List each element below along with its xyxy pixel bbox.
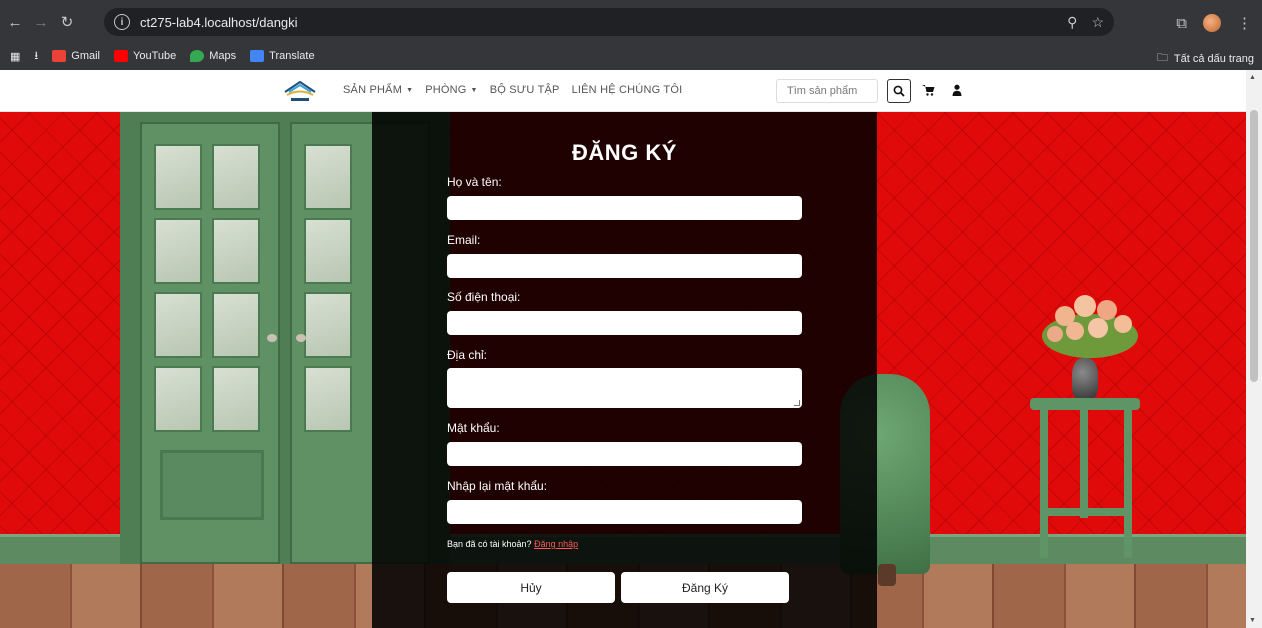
toolbar-right: ⧉ ⋮ [1176, 14, 1252, 32]
vase [1072, 358, 1098, 400]
bookmark-label: Translate [269, 50, 315, 62]
forward-icon[interactable]: → [30, 11, 52, 33]
glass-pane [212, 144, 260, 210]
flower-bouquet [1042, 295, 1138, 358]
main-menu: SẢN PHẨM ▼ PHÒNG ▼ BỘ SƯU TẬP LIÊN HỆ CH… [343, 84, 682, 96]
confirm-password-label: Nhập lại mật khẩu: [447, 479, 548, 493]
translate-icon [250, 50, 265, 62]
login-prompt-text: Bạn đã có tài khoản? [447, 539, 532, 549]
download-icon[interactable]: ⭳ [34, 47, 38, 66]
menu-label: SẢN PHẨM [343, 84, 403, 96]
phone-field[interactable] [447, 311, 802, 335]
email-label: Email: [447, 233, 481, 247]
side-table-shelf [1040, 508, 1126, 516]
profile-avatar[interactable] [1203, 14, 1221, 32]
bookmark-translate[interactable]: Translate [250, 50, 315, 62]
glass-pane [212, 292, 260, 358]
bookmarks-bar: ▦ ⭳ Gmail YouTube Maps Translate 🗀 Tất c… [0, 44, 1262, 68]
menu-dots-icon[interactable]: ⋮ [1237, 14, 1252, 32]
logo-icon[interactable] [283, 76, 317, 106]
scroll-up-icon[interactable]: ▲ [1249, 74, 1256, 81]
browser-chrome: ← → ↻ i ct275-lab4.localhost/dangki ⚲ ☆ … [0, 0, 1262, 70]
gmail-icon [52, 50, 67, 62]
menu-label: LIÊN HỆ CHÚNG TÔI [571, 84, 683, 96]
glass-pane [304, 292, 352, 358]
door-knob [267, 334, 277, 342]
menu-label: PHÒNG [425, 84, 467, 96]
menu-item-rooms[interactable]: PHÒNG ▼ [425, 84, 477, 96]
resize-grip-icon[interactable] [794, 400, 800, 406]
login-prompt: Bạn đã có tài khoản? Đăng nhập [447, 539, 578, 549]
site-info-icon[interactable]: i [114, 14, 130, 30]
back-icon[interactable]: ← [4, 11, 26, 33]
glass-pane [304, 218, 352, 284]
menu-item-contact[interactable]: LIÊN HỆ CHÚNG TÔI [572, 84, 683, 96]
omnibox-actions: ⚲ ☆ [1067, 14, 1104, 31]
address-label: Địa chỉ: [447, 348, 488, 362]
youtube-icon [114, 50, 128, 62]
bookmark-gmail[interactable]: Gmail [52, 50, 100, 62]
form-title: ĐĂNG KÝ [572, 140, 677, 165]
sofa-leg [878, 564, 896, 586]
glass-pane [212, 366, 260, 432]
left-door [140, 122, 280, 564]
search-icon [893, 85, 905, 97]
fullname-label: Họ và tên: [447, 175, 502, 189]
email-field[interactable] [447, 254, 802, 278]
table-leg [1124, 408, 1132, 558]
scroll-thumb[interactable] [1250, 110, 1258, 382]
search-input[interactable]: Tìm sản phẩm [776, 79, 878, 103]
fullname-field[interactable] [447, 196, 802, 220]
glass-pane [212, 218, 260, 284]
phone-label: Số điện thoại: [447, 290, 521, 304]
zoom-icon[interactable]: ⚲ [1067, 14, 1077, 31]
cancel-button[interactable]: Hủy [447, 572, 615, 603]
table-leg [1080, 408, 1088, 518]
table-leg [1040, 408, 1048, 558]
password-label: Mật khẩu: [447, 421, 500, 435]
all-bookmarks-label: Tất cả dấu trang [1173, 52, 1254, 65]
register-button[interactable]: Đăng Ký [621, 572, 789, 603]
menu-label: BỘ SƯU TẬP [489, 84, 560, 96]
menu-item-products[interactable]: SẢN PHẨM ▼ [343, 84, 413, 96]
door-knob [296, 334, 306, 342]
glass-pane [154, 218, 202, 284]
bookmark-maps[interactable]: Maps [190, 50, 236, 62]
caret-down-icon: ▼ [470, 86, 478, 94]
glass-pane [304, 144, 352, 210]
bookmark-label: Maps [209, 50, 237, 62]
page-scrollbar[interactable]: ▲ ▼ [1246, 70, 1262, 628]
reload-icon[interactable]: ↻ [56, 11, 78, 33]
login-link[interactable]: Đăng nhập [534, 539, 578, 549]
site-header: SẢN PHẨM ▼ PHÒNG ▼ BỘ SƯU TẬP LIÊN HỆ CH… [0, 70, 1246, 112]
cart-icon[interactable] [922, 84, 935, 96]
address-field[interactable] [447, 368, 802, 408]
glass-pane [154, 144, 202, 210]
password-field[interactable] [447, 442, 802, 466]
bookmark-youtube[interactable]: YouTube [114, 50, 176, 62]
glass-pane [304, 366, 352, 432]
glass-pane [154, 366, 202, 432]
glass-pane [154, 292, 202, 358]
menu-item-collection[interactable]: BỘ SƯU TẬP [490, 84, 560, 96]
caret-down-icon: ▼ [406, 86, 414, 94]
register-form: ĐĂNG KÝ Họ và tên: Email: Số điện thoại:… [372, 112, 877, 628]
extensions-icon[interactable]: ⧉ [1176, 15, 1187, 32]
url-text: ct275-lab4.localhost/dangki [140, 14, 298, 30]
confirm-password-field[interactable] [447, 500, 802, 524]
maps-icon [190, 50, 205, 62]
search-button[interactable] [887, 79, 911, 103]
address-bar[interactable]: i ct275-lab4.localhost/dangki ⚲ ☆ [104, 8, 1114, 36]
bookmark-label: Gmail [71, 50, 100, 62]
door-panel [160, 450, 264, 520]
user-icon[interactable] [952, 84, 962, 96]
bookmark-star-icon[interactable]: ☆ [1091, 14, 1104, 31]
all-bookmarks[interactable]: 🗀 Tất cả dấu trang [1157, 49, 1254, 68]
browser-toolbar: ← → ↻ i ct275-lab4.localhost/dangki ⚲ ☆ … [0, 4, 1262, 40]
bookmark-label: YouTube [133, 50, 177, 62]
folder-icon: 🗀 [1156, 52, 1168, 64]
scroll-down-icon[interactable]: ▼ [1249, 617, 1256, 624]
apps-icon[interactable]: ▦ [10, 50, 20, 63]
